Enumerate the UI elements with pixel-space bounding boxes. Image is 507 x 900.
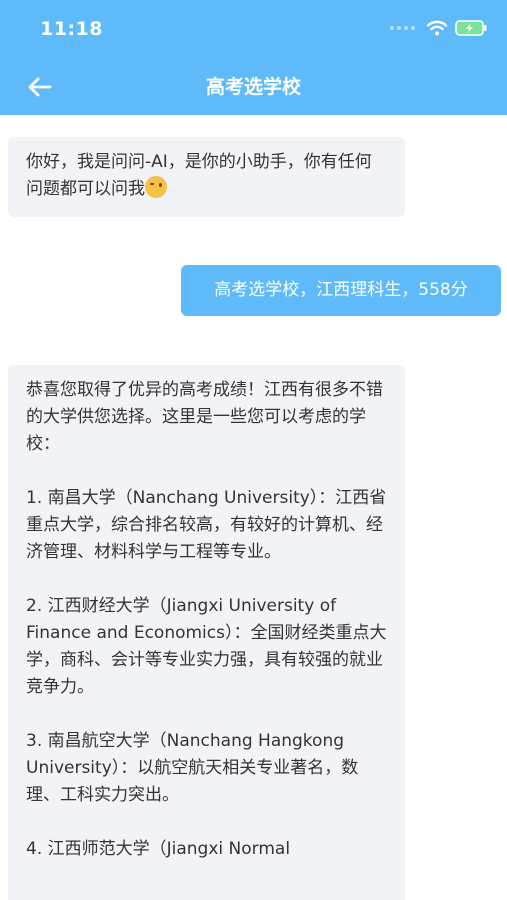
status-icons <box>390 20 487 36</box>
page-title: 高考选学校 <box>205 76 301 98</box>
reply-item-2: 2. 江西财经大学（Jiangxi University of Finance … <box>26 596 387 697</box>
reply-intro: 恭喜您取得了优异的高考成绩！江西有很多不错的大学供您选择。这里是一些您可以考虑的… <box>26 380 383 454</box>
greeting-text: 你好，我是问问-AI，是你的小助手，你有任何问题都可以问我 <box>26 152 372 199</box>
winking-face-emoji <box>145 176 167 198</box>
wifi-icon <box>427 20 447 36</box>
reply-item-1: 1. 南昌大学（Nanchang University）：江西省重点大学，综合排… <box>26 488 387 562</box>
bot-message-reply: 恭喜您取得了优异的高考成绩！江西有很多不错的大学供您选择。这里是一些您可以考虑的… <box>8 365 405 900</box>
signal-icon <box>390 26 415 30</box>
chat-area[interactable]: 你好，我是问问-AI，是你的小助手，你有任何问题都可以问我 高考选学校，江西理科… <box>0 115 507 900</box>
user-message: 高考选学校，江西理科生，558分 <box>181 265 501 316</box>
status-bar: 11:18 <box>0 0 507 58</box>
status-time: 11:18 <box>40 18 103 40</box>
bot-message-greeting: 你好，我是问问-AI，是你的小助手，你有任何问题都可以问我 <box>8 137 405 217</box>
user-query-text: 高考选学校，江西理科生，558分 <box>214 280 468 300</box>
reply-item-4: 4. 江西师范大学（Jiangxi Normal <box>26 839 291 859</box>
reply-item-3: 3. 南昌航空大学（Nanchang Hangkong University）：… <box>26 731 359 805</box>
battery-charging-icon <box>455 20 487 36</box>
nav-bar: 高考选学校 <box>0 58 507 115</box>
